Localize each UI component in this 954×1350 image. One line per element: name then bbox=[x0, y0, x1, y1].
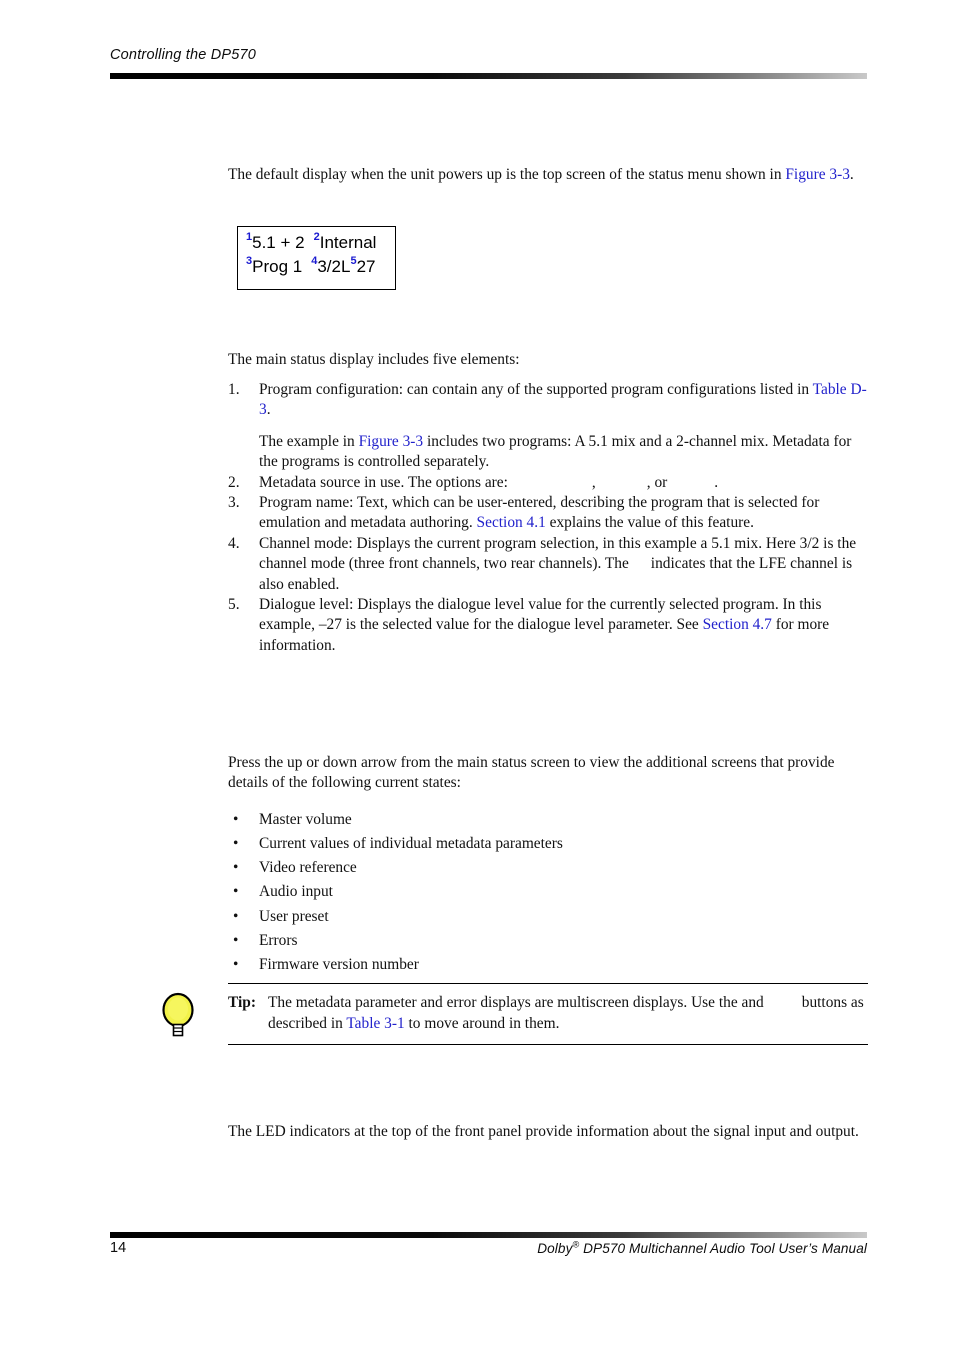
callout-4: 4 bbox=[311, 255, 318, 268]
lcd-status-display: 15.1 + 2 2Internal 3Prog 1 43/2L527 bbox=[237, 226, 396, 290]
list-item-1: 1. Program configuration: can contain an… bbox=[228, 380, 873, 473]
callout-2: 2 bbox=[313, 231, 320, 244]
lcd-program-config: 5.1 + 2 bbox=[252, 233, 305, 252]
list-item-1-subparagraph: The example in Figure 3-3 includes two p… bbox=[259, 432, 873, 473]
intro-text-part1: The default display when the unit powers… bbox=[228, 166, 786, 183]
callout-1: 1 bbox=[246, 231, 253, 244]
list-item: • Audio input bbox=[228, 880, 873, 904]
list-item-1-text-a: Program configuration: can contain any o… bbox=[259, 381, 813, 398]
list-item: • Video reference bbox=[228, 856, 873, 880]
table-3-1-link[interactable]: Table 3-1 bbox=[346, 1015, 404, 1032]
metadata-option-2-missing-glyph bbox=[596, 486, 647, 487]
bullet-icon: • bbox=[233, 907, 239, 925]
bullet-icon: • bbox=[233, 956, 239, 974]
tip-rule-bottom bbox=[228, 1044, 868, 1046]
lcd-row-2: 3Prog 1 43/2L527 bbox=[246, 255, 389, 279]
lcd-channel-mode: 3/2L bbox=[317, 257, 351, 276]
figure-3-3-link-2[interactable]: Figure 3-3 bbox=[359, 433, 424, 450]
elements-intro: The main status display includes five el… bbox=[228, 351, 520, 368]
callout-5: 5 bbox=[350, 255, 357, 268]
led-indicators-paragraph: The LED indicators at the top of the fro… bbox=[228, 1123, 859, 1140]
figure-3-3: 15.1 + 2 2Internal 3Prog 1 43/2L527 bbox=[237, 226, 396, 290]
section-4-1-link[interactable]: Section 4.1 bbox=[477, 514, 546, 531]
list-item-2-text-a: Metadata source in use. The options are: bbox=[259, 473, 508, 491]
bullet-label-master-volume: Master volume bbox=[259, 810, 352, 828]
list-item: • User preset bbox=[228, 905, 873, 929]
bullet-label-audio-input: Audio input bbox=[259, 883, 333, 901]
list-item-1-text-b: . bbox=[266, 401, 271, 419]
additional-screens-paragraph: Press the up or down arrow from the main… bbox=[228, 754, 835, 792]
tip-text: The metadata parameter and error display… bbox=[268, 993, 868, 1034]
metadata-option-1-missing-glyph bbox=[508, 486, 592, 487]
additional-screens-block: Press the up or down arrow from the main… bbox=[228, 753, 873, 977]
list-marker-3: 3. bbox=[228, 494, 240, 512]
list-item-3-text-b: explains the value of this feature. bbox=[545, 514, 754, 532]
intro-paragraph: The default display when the unit powers… bbox=[228, 165, 868, 185]
bullet-label-video-reference: Video reference bbox=[259, 859, 357, 877]
list-item-3: 3. Program name: Text, which can be user… bbox=[228, 493, 873, 534]
elements-numbered-list: 1. Program configuration: can contain an… bbox=[228, 380, 873, 656]
metadata-option-3-missing-glyph bbox=[667, 486, 714, 487]
led-indicators-block: The LED indicators at the top of the fro… bbox=[228, 1122, 873, 1142]
list-marker-2: 2. bbox=[228, 473, 240, 491]
list-item-2-text-b: , bbox=[591, 473, 596, 491]
list-marker-4: 4. bbox=[228, 534, 240, 552]
intro-text-part2: . bbox=[849, 166, 854, 183]
lfe-symbol-missing-glyph bbox=[629, 567, 651, 568]
header-rule bbox=[110, 73, 867, 79]
tip-label: Tip: bbox=[228, 994, 256, 1012]
tip-line-1: The metadata parameter and error display… bbox=[268, 994, 738, 1012]
list-item-2: 2. Metadata source in use. The options a… bbox=[228, 473, 873, 493]
tip-content: Tip: The metadata parameter and error di… bbox=[228, 984, 868, 1044]
list-item-1-sub-a: The example in bbox=[259, 432, 359, 450]
footer-manual-suffix: DP570 Multichannel Audio Tool User’s Man… bbox=[579, 1241, 867, 1256]
list-item: • Current values of individual metadata p… bbox=[228, 832, 873, 856]
current-states-list: • Master volume • Current values of indivi… bbox=[228, 808, 873, 977]
list-item-5: 5. Dialogue level: Displays the dialogue… bbox=[228, 595, 873, 656]
list-item: • Master volume bbox=[228, 808, 873, 832]
bullet-label-user-preset: User preset bbox=[259, 907, 329, 925]
bullet-icon: • bbox=[233, 810, 239, 828]
footer-manual-title: Dolby® DP570 Multichannel Audio Tool Use… bbox=[537, 1240, 867, 1256]
tip-button-icons-missing-glyph bbox=[764, 1006, 802, 1007]
running-header-title: Controlling the DP570 bbox=[110, 47, 257, 63]
tip-callout: Tip: The metadata parameter and error di… bbox=[228, 983, 868, 1046]
bullet-label-firmware-version: Firmware version number bbox=[259, 956, 419, 974]
bullet-icon: • bbox=[233, 883, 239, 901]
bullet-label-errors: Errors bbox=[259, 931, 298, 949]
bullet-icon: • bbox=[233, 835, 239, 853]
lcd-program-name: Prog 1 bbox=[252, 257, 303, 276]
bullet-icon: • bbox=[233, 931, 239, 949]
lightbulb-icon bbox=[158, 991, 198, 1039]
list-marker-5: 5. bbox=[228, 596, 240, 614]
bullet-icon: • bbox=[233, 859, 239, 877]
callout-3: 3 bbox=[246, 255, 253, 268]
footer-page-number: 14 bbox=[110, 1240, 127, 1256]
bullet-label-metadata-parameters: Current values of individual metadata pa… bbox=[259, 835, 563, 853]
tip-line-2-before: and bbox=[741, 994, 764, 1012]
figure-3-3-link[interactable]: Figure 3-3 bbox=[785, 166, 850, 183]
lcd-row-1: 15.1 + 2 2Internal bbox=[246, 231, 389, 255]
list-item-2-text-c: , or bbox=[646, 473, 668, 491]
lcd-dialogue-level: 27 bbox=[356, 257, 376, 276]
section-4-7-link[interactable]: Section 4.7 bbox=[703, 616, 772, 633]
document-page: Controlling the DP570 The default displa… bbox=[0, 0, 954, 1350]
list-item-2-text-d: . bbox=[714, 473, 719, 491]
list-item-4: 4. Channel mode: Displays the current pr… bbox=[228, 534, 873, 595]
intro-paragraph-block: The default display when the unit powers… bbox=[228, 165, 868, 185]
running-header: Controlling the DP570 bbox=[110, 46, 870, 64]
footer-rule bbox=[110, 1232, 867, 1238]
list-item: • Errors bbox=[228, 929, 873, 953]
footer-manual-prefix: Dolby bbox=[537, 1241, 573, 1256]
lcd-metadata-source: Internal bbox=[319, 233, 377, 252]
list-marker-1: 1. bbox=[228, 381, 240, 398]
tip-line-2-after: to move around in them. bbox=[404, 1014, 560, 1032]
list-item: • Firmware version number bbox=[228, 953, 873, 977]
